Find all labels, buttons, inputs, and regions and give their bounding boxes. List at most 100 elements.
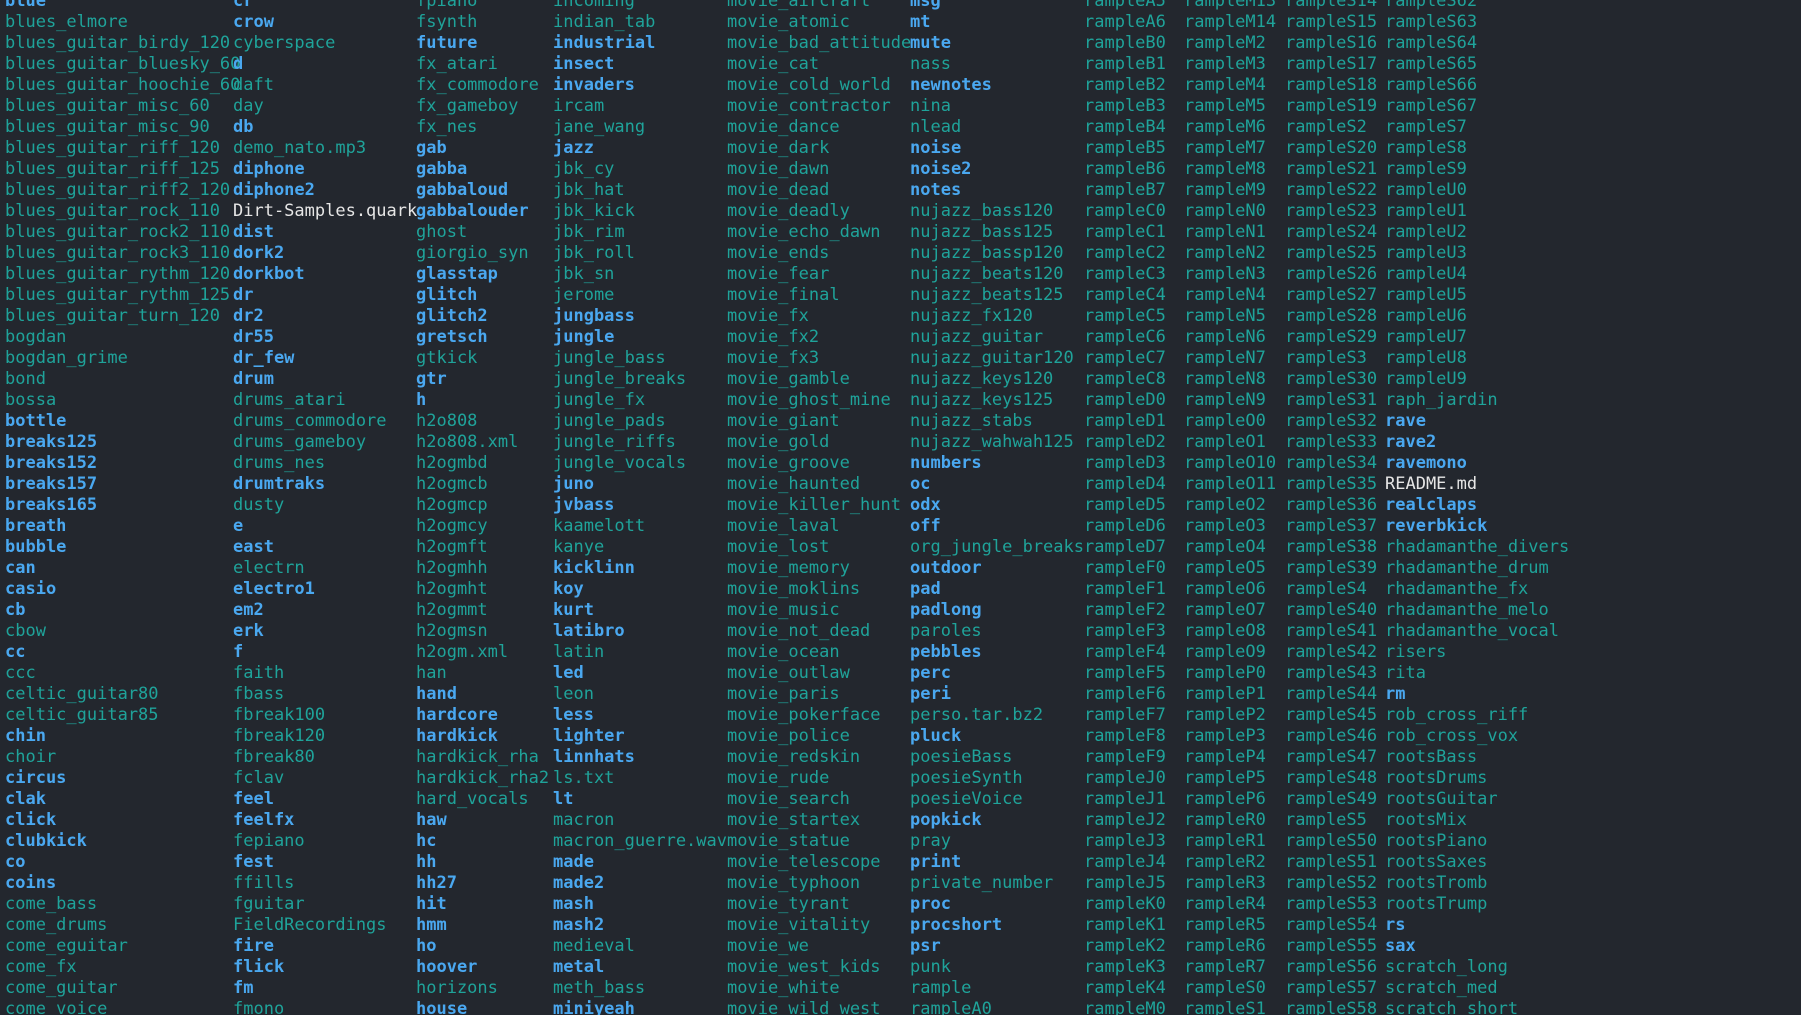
directory-entry: feelfx [233,810,295,830]
symlink-entry: rampleM8 [1184,159,1266,179]
directory-entry: fest [233,852,274,872]
symlink-entry: movie_fx2 [727,327,820,347]
directory-entry: glitch2 [416,306,488,326]
symlink-entry: fx_nes [416,117,478,137]
directory-entry: jungbass [553,306,635,326]
symlink-entry: perso.tar.bz2 [910,705,1044,725]
symlink-entry: rampleR0 [1184,810,1266,830]
symlink-entry: fclav [233,768,285,788]
symlink-entry: movie_gamble [727,369,850,389]
symlink-entry: movie_we [727,936,809,956]
symlink-entry: paroles [910,621,982,641]
symlink-entry: rampleS5 [1285,810,1367,830]
symlink-entry: rampleU5 [1385,285,1467,305]
symlink-entry: movie_startex [727,810,861,830]
symlink-entry: rampleA6 [1084,12,1166,32]
symlink-entry: rampleN1 [1184,222,1266,242]
symlink-entry: rampleS56 [1285,957,1378,977]
symlink-entry: rampleK3 [1084,957,1166,977]
symlink-entry: fbreak80 [233,747,315,767]
symlink-entry: movie_giant [727,411,840,431]
symlink-entry: nujazz_bassp120 [910,243,1064,263]
symlink-entry: rampleF1 [1084,579,1166,599]
symlink-entry: blues_guitar_birdy_120 [5,33,231,53]
listing-column-10: rampleS62 rampleS63 rampleS64 rampleS65 ramp… [1385,0,1569,1015]
symlink-entry: blues_guitar_misc_60 [5,96,210,116]
symlink-entry: fepiano [233,831,305,851]
symlink-entry: fbreak120 [233,726,326,746]
directory-entry: e [233,516,244,536]
symlink-entry: nujazz_guitar120 [910,348,1074,368]
symlink-entry: blues_guitar_rock2_110 [5,222,231,242]
symlink-entry: rampleB7 [1084,180,1166,200]
directory-entry: fire [233,936,274,956]
directory-entry: off [910,516,941,536]
symlink-entry: rob_cross_vox [1385,726,1519,746]
symlink-entry: come_bass [5,894,98,914]
symlink-entry: rampleC3 [1084,264,1166,284]
symlink-entry: rampleP6 [1184,789,1266,809]
symlink-entry: rampleM2 [1184,33,1266,53]
symlink-entry: day [233,96,264,116]
symlink-entry: fx_gameboy [416,96,519,116]
symlink-entry: rampleS32 [1285,411,1378,431]
symlink-entry: bossa [5,390,57,410]
symlink-entry: rample [910,978,972,998]
symlink-entry: rampleD2 [1084,432,1166,452]
symlink-entry: rampleS28 [1285,306,1378,326]
symlink-entry: rampleS18 [1285,75,1378,95]
symlink-entry: rampleC5 [1084,306,1166,326]
directory-entry: insect [553,54,615,74]
symlink-entry: h2ogmcy [416,516,488,536]
directory-entry: padlong [910,600,982,620]
listing-column-6: msg mt mute nass newnotes nina nlead noise noise… [910,0,1084,1015]
symlink-entry: rampleR6 [1184,936,1266,956]
symlink-entry: h2ogmsn [416,621,488,641]
symlink-entry: raph_jardin [1385,390,1498,410]
symlink-entry: rampleO4 [1184,537,1266,557]
directory-entry: click [5,810,57,830]
directory-entry: outdoor [910,558,982,578]
symlink-entry: drums_atari [233,390,346,410]
symlink-entry: fx_commodore [416,75,539,95]
symlink-entry: rhadamanthe_divers [1385,537,1570,557]
symlink-entry: rampleR7 [1184,957,1266,977]
directory-entry: chin [5,726,46,746]
symlink-entry: rampleS33 [1285,432,1378,452]
symlink-entry: rampleM4 [1184,75,1266,95]
symlink-entry: rampleN2 [1184,243,1266,263]
directory-entry: breath [5,516,67,536]
symlink-entry: nujazz_stabs [910,411,1033,431]
symlink-entry: rampleU2 [1385,222,1467,242]
file-entry: README.md [1385,474,1478,494]
symlink-entry: fpiano [416,0,478,11]
symlink-entry: rhadamanthe_drum [1385,558,1549,578]
symlink-entry: jungle_pads [553,411,666,431]
directory-entry: rave2 [1385,432,1437,452]
symlink-entry: cbow [5,621,46,641]
directory-entry: crow [233,12,274,32]
symlink-entry: blues_guitar_rythm_125 [5,285,231,305]
symlink-entry: rampleS30 [1285,369,1378,389]
symlink-entry: bond [5,369,46,389]
symlink-entry: movie_fx [727,306,809,326]
symlink-entry: movie_haunted [727,474,861,494]
symlink-entry: private_number [910,873,1054,893]
symlink-entry: rampleB2 [1084,75,1166,95]
directory-entry: dork2 [233,243,285,263]
symlink-entry: leon [553,684,594,704]
symlink-entry: rampleF8 [1084,726,1166,746]
symlink-entry: rampleD4 [1084,474,1166,494]
symlink-entry: jbk_roll [553,243,635,263]
symlink-entry: fbreak100 [233,705,326,725]
symlink-entry: horizons [416,978,498,998]
symlink-entry: ghost [416,222,468,242]
terminal-window[interactable]: blue blues_elmore blues_guitar_birdy_120 bl… [0,0,1801,1015]
symlink-entry: rampleD0 [1084,390,1166,410]
symlink-entry: movie_tyrant [727,894,850,914]
symlink-entry: ffills [233,873,295,893]
directory-entry: made [553,852,594,872]
symlink-entry: rampleR4 [1184,894,1266,914]
directory-entry: rave [1385,411,1426,431]
directory-entry: gabbalouder [416,201,529,221]
